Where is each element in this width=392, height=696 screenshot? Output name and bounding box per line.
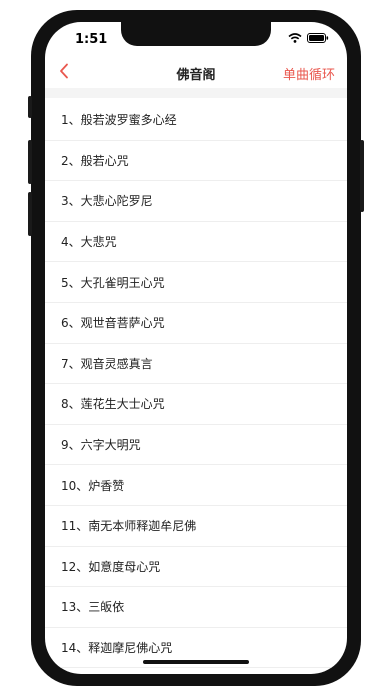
list-item[interactable]: 13、三皈依 — [45, 587, 347, 628]
list-item[interactable]: 2、般若心咒 — [45, 141, 347, 182]
list-item[interactable]: 5、大孔雀明王心咒 — [45, 262, 347, 303]
list-item[interactable]: 4、大悲咒 — [45, 222, 347, 263]
single-loop-button[interactable]: 单曲循环 — [283, 64, 335, 83]
volume-down-button — [28, 192, 32, 236]
list-item[interactable]: 11、南无本师释迦牟尼佛 — [45, 506, 347, 547]
battery-icon — [307, 33, 329, 43]
list-item[interactable]: 9、六字大明咒 — [45, 425, 347, 466]
mantra-list: 1、般若波罗蜜多心经 2、般若心咒 3、大悲心陀罗尼 4、大悲咒 5、大孔雀明王… — [45, 100, 347, 669]
status-time: 1:51 — [75, 32, 108, 47]
home-indicator[interactable] — [143, 660, 249, 664]
section-divider — [45, 88, 347, 98]
list-item[interactable]: 8、莲花生大士心咒 — [45, 384, 347, 425]
list-item[interactable]: 3、大悲心陀罗尼 — [45, 181, 347, 222]
list-item[interactable]: 12、如意度母心咒 — [45, 547, 347, 588]
app-screen: 1:51 佛音阁 单曲循环 1、般若波罗蜜多心经 2、般若心咒 3、大悲心陀罗尼… — [45, 22, 347, 674]
navigation-bar: 佛音阁 单曲循环 — [45, 58, 347, 88]
notch — [121, 22, 271, 46]
list-item[interactable]: 7、观音灵感真言 — [45, 344, 347, 385]
status-bar: 1:51 — [45, 22, 347, 58]
volume-up-button — [28, 140, 32, 184]
list-item[interactable]: 10、炉香赞 — [45, 465, 347, 506]
mute-switch — [28, 96, 32, 118]
list-item[interactable]: 6、观世音菩萨心咒 — [45, 303, 347, 344]
list-item[interactable]: 1、般若波罗蜜多心经 — [45, 100, 347, 141]
power-button — [360, 140, 364, 212]
wifi-icon — [288, 33, 302, 43]
status-icons — [288, 33, 329, 43]
